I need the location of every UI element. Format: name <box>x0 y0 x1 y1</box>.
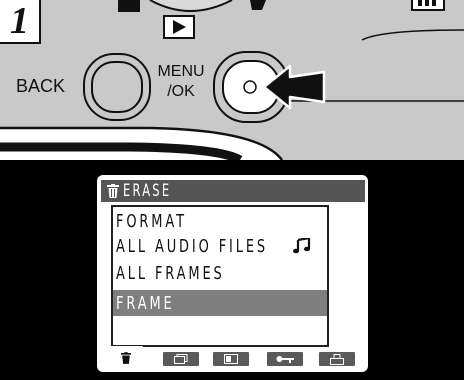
press-arrow-icon <box>262 64 326 110</box>
menu-title: ERASE <box>123 181 172 201</box>
lcd-screen: ERASE FORMAT ALL AUDIO FILES ALL FRAMES … <box>97 175 368 372</box>
tab-protect[interactable] <box>267 352 303 366</box>
tab-erase[interactable] <box>109 346 143 370</box>
menu-item-label: FRAME <box>116 292 175 314</box>
menu-item-frame[interactable]: FRAME <box>113 290 327 316</box>
mode-dial-edge <box>149 0 233 12</box>
menu-label-line1: MENU <box>157 63 205 80</box>
menu-label-line2: /OK <box>167 83 195 100</box>
menu-item-all-frames[interactable]: ALL FRAMES <box>113 261 327 285</box>
frames-icon <box>174 354 188 364</box>
step-number-badge: 1 <box>0 0 41 44</box>
single-frame-icon <box>224 354 238 364</box>
menu-ok-label: MENU /OK <box>154 62 208 102</box>
back-button[interactable] <box>82 52 152 122</box>
erase-options-list: FORMAT ALL AUDIO FILES ALL FRAMES FRAME <box>111 205 329 347</box>
back-label: BACK <box>16 76 66 96</box>
menu-item-label: ALL FRAMES <box>116 262 225 284</box>
menu-item-label: ALL AUDIO FILES <box>116 235 269 257</box>
trash-icon <box>107 184 119 198</box>
menu-item-format[interactable]: FORMAT <box>113 209 327 233</box>
top-button-shape <box>118 0 140 12</box>
camera-back-panel: 1 BACK MENU /OK <box>0 0 464 160</box>
top-right-marker <box>250 0 266 10</box>
tab-print-order[interactable] <box>319 352 355 366</box>
button-center-circle <box>243 80 257 94</box>
menu-item-label: FORMAT <box>116 210 187 232</box>
tab-frames[interactable] <box>163 352 199 366</box>
music-note-icon <box>293 238 311 254</box>
menu-tab-bar <box>101 346 365 370</box>
step-number: 1 <box>10 0 29 42</box>
menu-title-bar: ERASE <box>101 180 365 202</box>
trash-icon <box>121 352 131 364</box>
lcd-area: ERASE FORMAT ALL AUDIO FILES ALL FRAMES … <box>0 160 464 380</box>
key-protect-icon <box>276 356 294 363</box>
tab-single-frame[interactable] <box>213 352 249 366</box>
print-order-icon <box>330 353 344 365</box>
menu-item-all-audio-files[interactable]: ALL AUDIO FILES <box>113 234 327 258</box>
